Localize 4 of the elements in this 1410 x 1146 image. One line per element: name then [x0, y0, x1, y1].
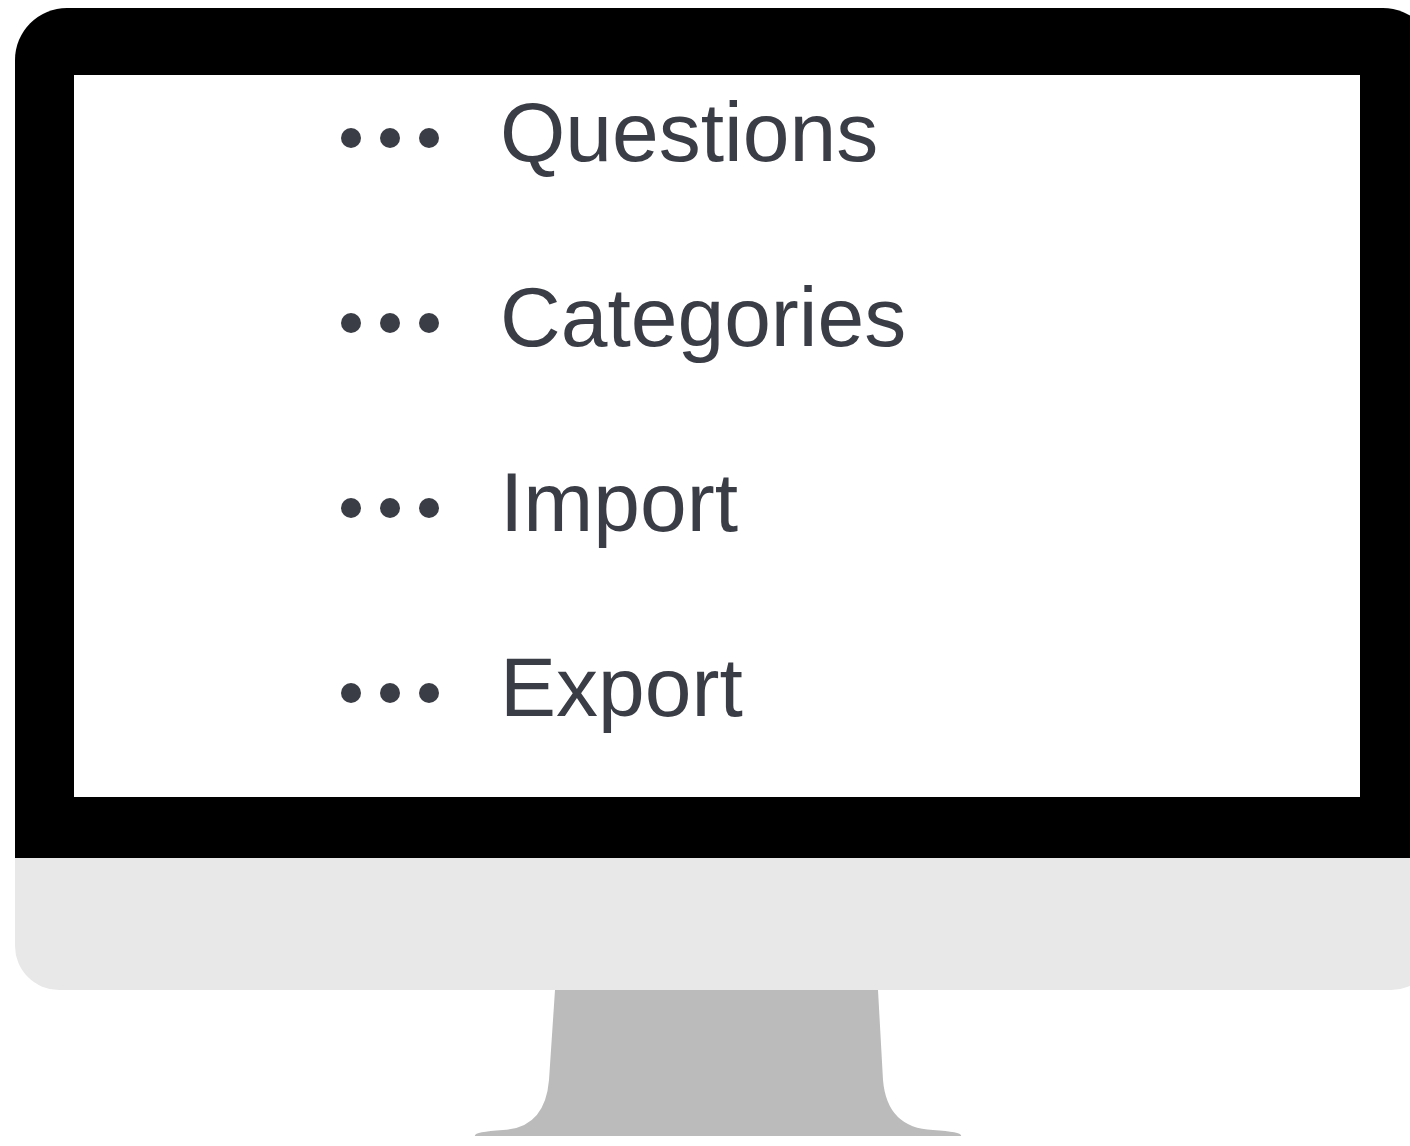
dots-icon: [340, 126, 440, 149]
dots-icon: [340, 681, 440, 704]
dots-icon: [340, 311, 440, 334]
dots-icon: [340, 496, 440, 519]
